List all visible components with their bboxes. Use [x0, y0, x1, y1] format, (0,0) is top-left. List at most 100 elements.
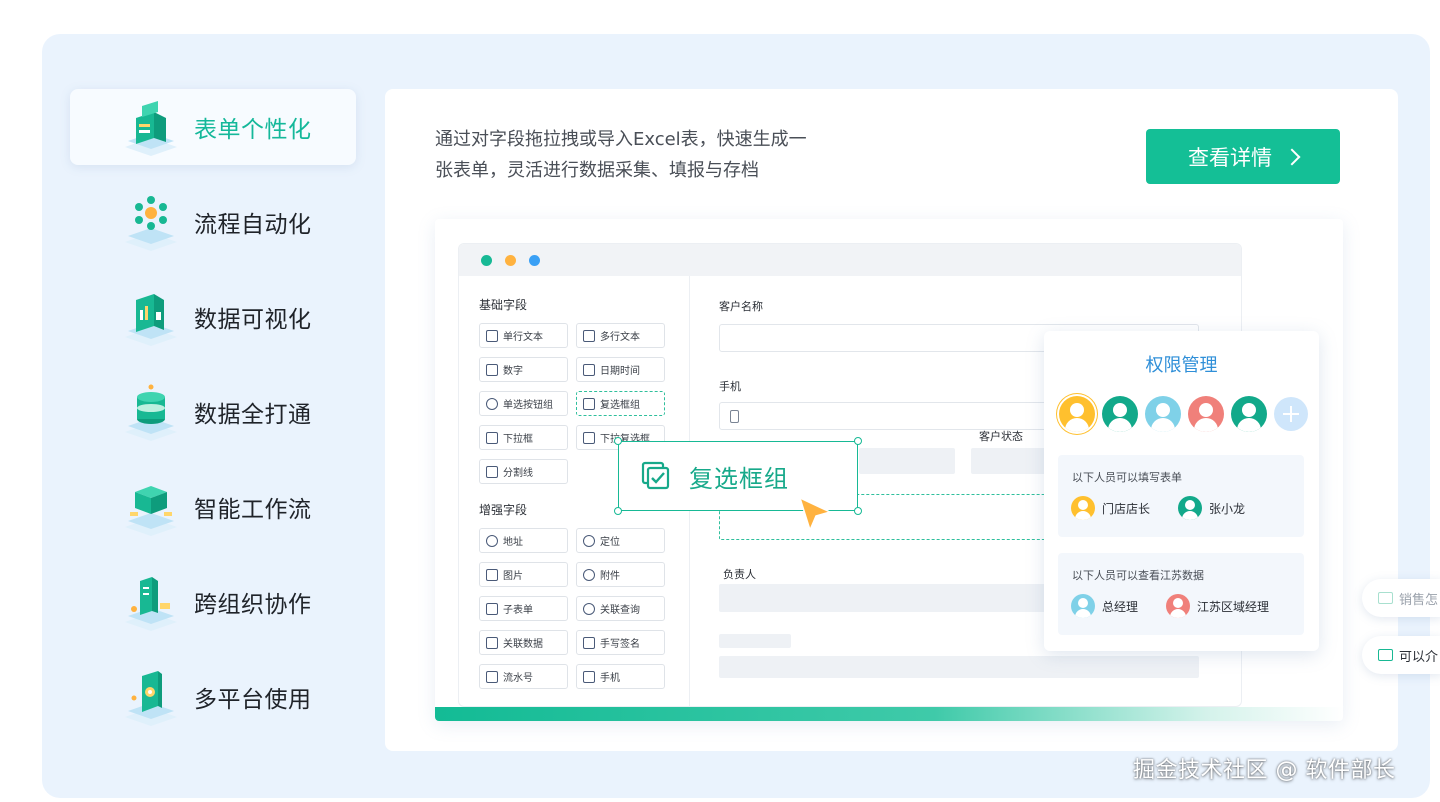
avatar-head: [1078, 598, 1088, 608]
nav-item-flow[interactable]: 流程自动化: [70, 184, 356, 260]
text-icon: [486, 329, 498, 342]
field-single-line-text[interactable]: 单行文本: [479, 323, 568, 348]
field-label: 附件: [600, 571, 620, 582]
placeholder-bar: [719, 656, 1199, 678]
resize-handle[interactable]: [614, 507, 622, 515]
field-label: 数字: [503, 366, 523, 377]
field-dropdown[interactable]: 下拉框: [479, 425, 568, 450]
basic-fields-title: 基础字段: [479, 298, 528, 312]
view-permission-box: 以下人员可以查看江苏数据 总经理 江苏区域经理: [1058, 553, 1304, 635]
upload-icon: [583, 568, 595, 581]
resize-handle[interactable]: [854, 507, 862, 515]
table-icon: [486, 602, 498, 615]
person-chip[interactable]: 总经理: [1071, 594, 1138, 618]
nav-item-multiplatform[interactable]: 多平台使用: [70, 659, 356, 735]
checkbox-group-icon: [641, 461, 670, 490]
customer-status-label: 客户状态: [979, 430, 1023, 443]
field-mobile[interactable]: 手机: [576, 664, 665, 689]
field-label: 关联数据: [503, 639, 543, 650]
avatar[interactable]: [1231, 396, 1267, 432]
avatar-head: [1113, 403, 1127, 417]
field-label: 多行文本: [600, 332, 640, 343]
field-subform[interactable]: 子表单: [479, 596, 568, 621]
field-multi-line-text[interactable]: 多行文本: [576, 323, 665, 348]
window-titlebar: [459, 244, 1241, 276]
field-datetime[interactable]: 日期时间: [576, 357, 665, 382]
phone-icon: [583, 670, 595, 683]
fill-people-row: 门店店长 张小龙: [1071, 496, 1245, 520]
field-serial-number[interactable]: 流水号: [479, 664, 568, 689]
nav-item-database[interactable]: 数据全打通: [70, 374, 356, 450]
view-details-button[interactable]: 查看详情: [1146, 129, 1340, 184]
field-label: 手写签名: [600, 639, 640, 650]
avatar-body: [1065, 418, 1089, 432]
nav-label: 跨组织协作: [194, 592, 312, 618]
chat-icon: [1378, 649, 1393, 661]
avatar[interactable]: [1102, 396, 1138, 432]
chat-icon: [1378, 592, 1393, 604]
nav-label: 数据可视化: [194, 307, 312, 333]
avatar[interactable]: [1145, 396, 1181, 432]
add-member-icon[interactable]: [1274, 397, 1308, 431]
dragged-field-label: 复选框组: [689, 464, 789, 493]
description-line: 通过对字段拖拉拽或导入Excel表，快速生成一: [435, 129, 807, 150]
person-chip[interactable]: 门店店长: [1071, 496, 1150, 520]
owner-label: 负责人: [723, 568, 756, 581]
placeholder-bar: [719, 634, 791, 648]
field-label: 子表单: [503, 605, 533, 616]
field-label: 复选框组: [600, 400, 640, 411]
pen-icon: [583, 636, 595, 649]
field-attachment[interactable]: 附件: [576, 562, 665, 587]
chevron-right-icon: [1283, 148, 1301, 166]
avatar-head: [1070, 403, 1084, 417]
window-dot-blue: [529, 254, 540, 266]
field-label: 下拉框: [503, 434, 533, 445]
divider-icon: [486, 465, 498, 478]
field-label: 地址: [503, 537, 523, 548]
avatar: [1166, 594, 1191, 618]
field-location[interactable]: 定位: [576, 528, 665, 553]
field-image[interactable]: 图片: [479, 562, 568, 587]
nav-item-collab[interactable]: 跨组织协作: [70, 564, 356, 640]
fill-permission-title: 以下人员可以填写表单: [1072, 471, 1182, 484]
avatar-head: [1078, 500, 1088, 510]
nav-item-workflow[interactable]: 智能工作流: [70, 469, 356, 545]
watermark: 掘金技术社区 @ 软件部长: [1133, 758, 1396, 783]
field-checkbox-group[interactable]: 复选框组: [576, 391, 665, 416]
avatar: [1071, 594, 1095, 618]
chat-tab-sales[interactable]: 销售怎: [1362, 579, 1440, 617]
field-number[interactable]: 数字: [479, 357, 568, 382]
field-label: 流水号: [503, 673, 533, 684]
nav-item-chart[interactable]: 数据可视化: [70, 279, 356, 355]
avatar-head: [1199, 403, 1213, 417]
dropdown-icon: [486, 431, 498, 444]
person-name: 总经理: [1102, 599, 1139, 614]
workflow-iso-icon: [122, 478, 180, 536]
link-icon: [583, 602, 595, 615]
avatar[interactable]: [1188, 396, 1224, 432]
field-signature[interactable]: 手写签名: [576, 630, 665, 655]
field-radio-group[interactable]: 单选按钮组: [479, 391, 568, 416]
person-chip[interactable]: 江苏区域经理: [1166, 594, 1269, 618]
nav-label: 数据全打通: [194, 402, 312, 428]
chat-tab-intro[interactable]: 可以介: [1362, 636, 1440, 674]
resize-handle[interactable]: [854, 437, 862, 445]
calendar-icon: [583, 363, 595, 376]
field-related-query[interactable]: 关联查询: [576, 596, 665, 621]
view-people-row: 总经理 江苏区域经理: [1071, 594, 1269, 618]
avatar-body: [1194, 418, 1218, 432]
field-address[interactable]: 地址: [479, 528, 568, 553]
resize-handle[interactable]: [614, 437, 622, 445]
window-dot-green: [481, 254, 492, 266]
field-related-data[interactable]: 关联数据: [479, 630, 568, 655]
field-label: 图片: [503, 571, 523, 582]
avatar: [1178, 496, 1203, 520]
chart-iso-icon: [122, 288, 180, 346]
avatar[interactable]: [1059, 396, 1095, 432]
nav-item-form[interactable]: 表单个性化: [70, 89, 356, 165]
person-chip[interactable]: 张小龙: [1178, 496, 1245, 520]
avatar-list: [1059, 396, 1308, 432]
avatar-body: [1182, 511, 1199, 520]
nav-label: 表单个性化: [194, 117, 312, 143]
field-divider[interactable]: 分割线: [479, 459, 568, 484]
